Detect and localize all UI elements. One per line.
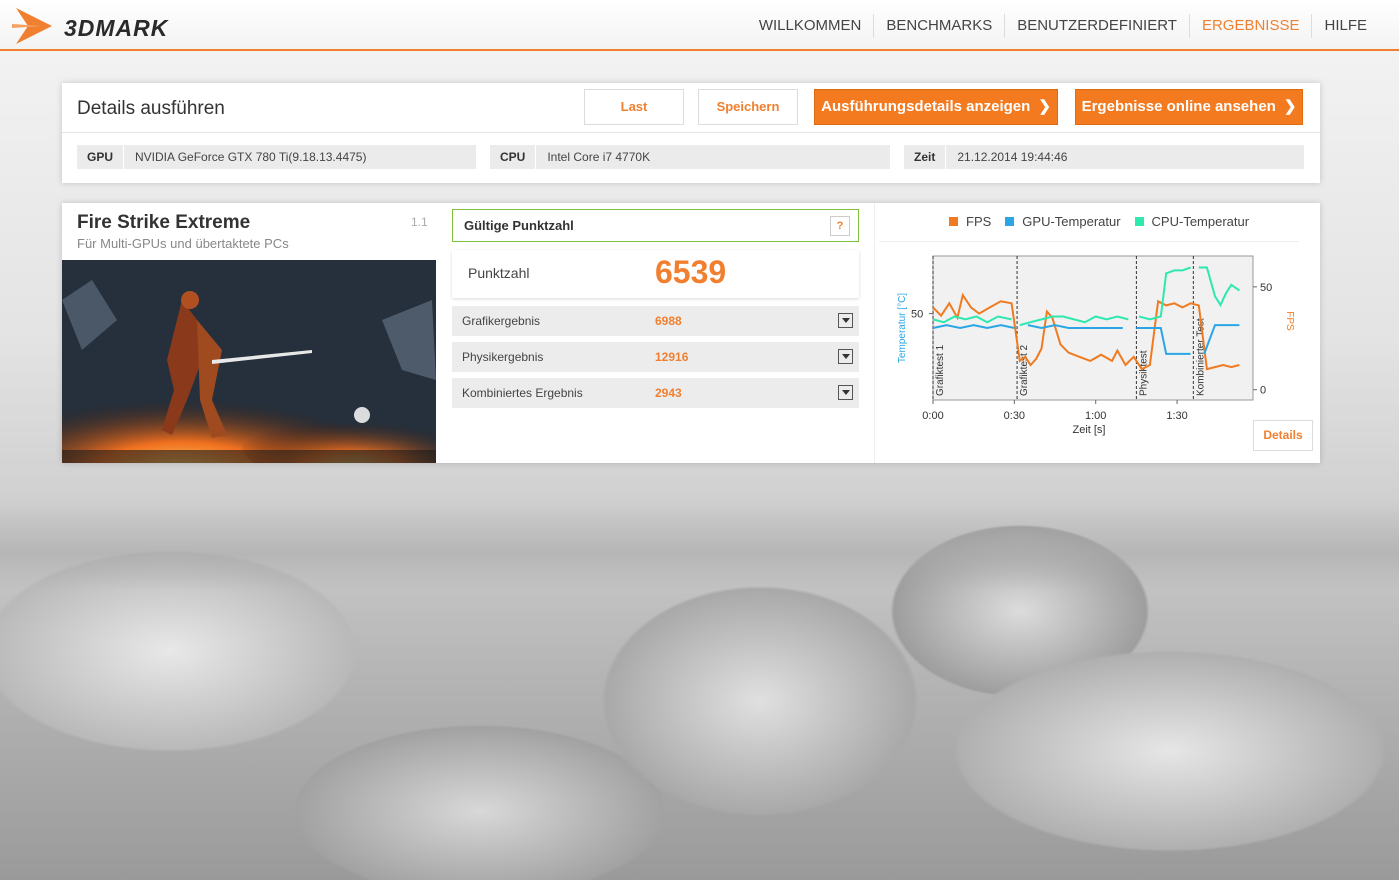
chart-legend: FPS GPU-Temperatur CPU-Temperatur	[949, 214, 1263, 229]
run-details-panel: Details ausführen Last Speichern Ausführ…	[62, 83, 1320, 183]
cpu-key: CPU	[490, 145, 537, 169]
y-left-tick-label: 50	[911, 309, 923, 321]
view-online-button[interactable]: Ergebnisse online ansehen ❯	[1075, 89, 1303, 125]
graphics-score-label: Grafikergebnis	[462, 314, 541, 328]
monitoring-chart-area: FPS GPU-Temperatur CPU-Temperatur Grafik…	[874, 203, 1320, 463]
legend-label-gpu-temp: GPU-Temperatur	[1022, 214, 1121, 229]
legend-item-gpu-temp: GPU-Temperatur	[1005, 214, 1121, 229]
gpu-key: GPU	[77, 145, 125, 169]
x-tick-label: 0:00	[922, 410, 943, 422]
legend-item-fps: FPS	[949, 214, 991, 229]
valid-score-label: Gültige Punktzahl	[464, 218, 574, 233]
legend-swatch-gpu-temp	[1005, 217, 1015, 226]
expand-graphics-score-icon[interactable]	[838, 313, 853, 328]
time-key: Zeit	[904, 145, 947, 169]
save-button[interactable]: Speichern	[698, 89, 798, 125]
graphics-score-row: Grafikergebnis 6988	[452, 306, 859, 336]
cpu-value: Intel Core i7 4770K	[547, 150, 651, 164]
benchmark-artwork	[62, 260, 436, 463]
total-score-box: Punktzahl 6539	[452, 250, 859, 298]
x-tick-label: 0:30	[1004, 410, 1025, 422]
time-value: 21.12.2014 19:44:46	[957, 150, 1068, 164]
nav-item-benutzerdefiniert[interactable]: BENUTZERDEFINIERT	[1004, 13, 1189, 38]
divider	[62, 132, 1320, 133]
logo-swoosh-icon	[12, 8, 52, 44]
logo[interactable]: 3DMARK	[12, 6, 202, 46]
expand-physics-score-icon[interactable]	[838, 349, 853, 364]
show-run-details-label: Ausführungsdetails anzeigen	[821, 98, 1031, 115]
y-right-tick-label: 0	[1260, 385, 1266, 397]
valid-score-box: Gültige Punktzahl ?	[452, 209, 859, 242]
combined-score-label: Kombiniertes Ergebnis	[462, 386, 583, 400]
physics-score-value: 12916	[655, 350, 689, 364]
section-label: Grafiktest 2	[1019, 344, 1030, 396]
run-details-title: Details ausführen	[77, 98, 225, 119]
x-axis-label: Zeit [s]	[1072, 424, 1105, 436]
benchmark-subtitle: Für Multi-GPUs und übertaktete PCs	[77, 236, 289, 251]
combined-score-value: 2943	[655, 386, 682, 400]
logo-text: 3DMARK	[64, 15, 169, 41]
graphics-score-value: 6988	[655, 314, 682, 328]
benchmark-result-panel: Fire Strike Extreme Für Multi-GPUs und ü…	[62, 203, 1320, 463]
legend-divider	[879, 241, 1299, 242]
chevron-right-icon: ❯	[1283, 98, 1297, 115]
nav-item-willkommen[interactable]: WILLKOMMEN	[747, 14, 874, 38]
total-score-label: Punktzahl	[468, 265, 530, 281]
physics-score-row: Physikergebnis 12916	[452, 342, 859, 372]
expand-combined-score-icon[interactable]	[838, 385, 853, 400]
legend-label-cpu-temp: CPU-Temperatur	[1151, 214, 1250, 229]
total-score-value: 6539	[655, 254, 727, 290]
load-button[interactable]: Last	[584, 89, 684, 125]
chevron-right-icon: ❯	[1038, 98, 1051, 115]
legend-swatch-fps	[949, 217, 958, 226]
legend-swatch-cpu-temp	[1134, 217, 1144, 226]
gpu-field: GPU NVIDIA GeForce GTX 780 Ti(9.18.13.44…	[77, 145, 476, 169]
top-bar: 3DMARK WILLKOMMEN BENCHMARKS BENUTZERDEF…	[0, 0, 1399, 51]
nav-item-ergebnisse[interactable]: ERGEBNISSE	[1188, 13, 1312, 38]
nav-item-hilfe[interactable]: HILFE	[1311, 13, 1379, 38]
chart-details-button[interactable]: Details	[1253, 420, 1313, 451]
combined-score-row: Kombiniertes Ergebnis 2943	[452, 378, 859, 408]
y-left-axis-label: Temperatur [°C]	[897, 293, 908, 363]
gpu-value: NVIDIA GeForce GTX 780 Ti(9.18.13.4475)	[135, 150, 367, 164]
help-button[interactable]: ?	[830, 216, 850, 236]
benchmark-name: Fire Strike Extreme	[77, 212, 251, 233]
background-ridge	[0, 500, 1399, 590]
section-label: Grafiktest 1	[935, 344, 946, 396]
benchmark-version: 1.1	[411, 215, 428, 229]
y-right-axis-label: FPS	[1284, 311, 1295, 331]
physics-score-label: Physikergebnis	[462, 350, 544, 364]
time-field: Zeit 21.12.2014 19:44:46	[904, 145, 1304, 169]
nav-item-benchmarks[interactable]: BENCHMARKS	[873, 13, 1004, 38]
x-tick-label: 1:00	[1085, 410, 1106, 422]
main-nav: WILLKOMMEN BENCHMARKS BENUTZERDEFINIERT …	[747, 0, 1379, 51]
y-right-tick-label: 50	[1260, 282, 1272, 294]
legend-item-cpu-temp: CPU-Temperatur	[1134, 214, 1250, 229]
view-online-label: Ergebnisse online ansehen	[1081, 98, 1276, 115]
fire-strike-artwork-image	[62, 260, 436, 463]
legend-label-fps: FPS	[966, 214, 992, 229]
show-run-details-button[interactable]: Ausführungsdetails anzeigen ❯	[814, 89, 1058, 125]
x-tick-label: 1:30	[1166, 410, 1187, 422]
cpu-field: CPU Intel Core i7 4770K	[490, 145, 890, 169]
section-label: Physiktest	[1138, 350, 1149, 396]
